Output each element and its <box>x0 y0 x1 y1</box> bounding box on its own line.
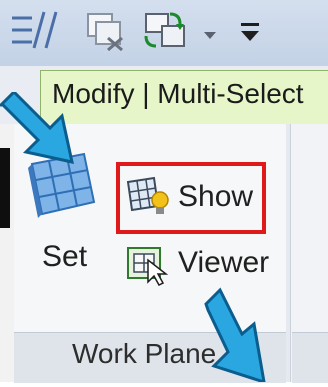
grid-lines-icon[interactable] <box>6 8 64 52</box>
set-button[interactable]: Set <box>42 240 87 274</box>
show-highlight-box <box>116 162 266 234</box>
viewer-button[interactable]: Viewer <box>178 246 269 280</box>
customize-toolbar-icon[interactable] <box>238 8 262 52</box>
work-plane-viewer-icon[interactable] <box>124 244 170 286</box>
close-hidden-windows-icon[interactable] <box>82 8 128 52</box>
arrow-to-work-plane-panel <box>200 286 272 385</box>
chevron-down-icon[interactable] <box>200 8 220 52</box>
switch-windows-icon[interactable] <box>140 8 194 52</box>
work-plane-panel-title: Work Plane <box>72 338 217 369</box>
next-panel-footer <box>292 332 328 383</box>
quick-access-toolbar <box>0 0 328 67</box>
tab-modify-multi-select-label: Modify | Multi-Select <box>52 78 304 109</box>
arrow-to-set-icon <box>0 89 80 168</box>
